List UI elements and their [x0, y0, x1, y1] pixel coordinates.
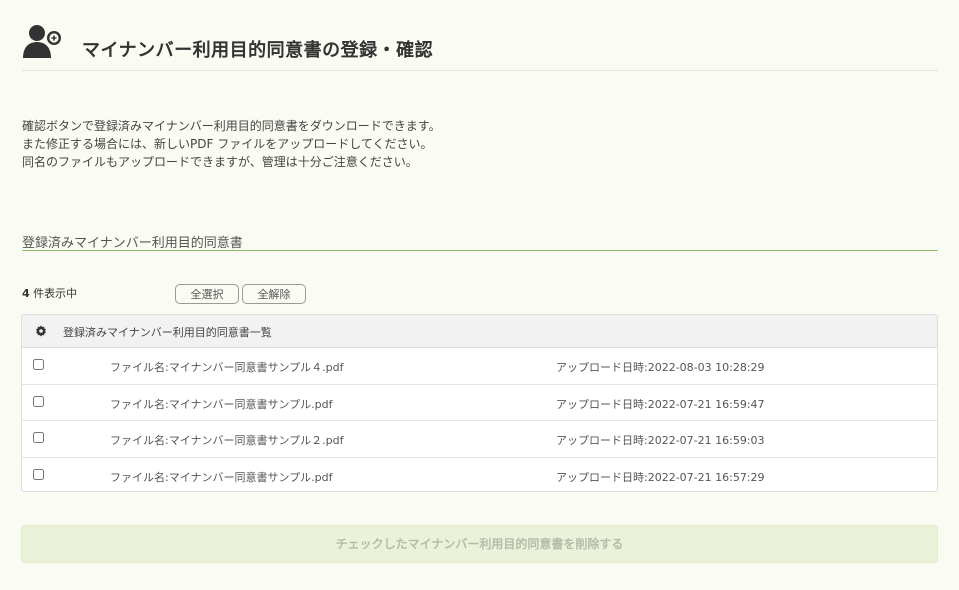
delete-checked-button[interactable]: チェックしたマイナンバー利用目的同意書を削除する [21, 525, 938, 563]
page-title: マイナンバー利用目的同意書の登録・確認 [82, 40, 434, 61]
file-name[interactable]: ファイル名:マイナンバー同意書サンプル２.pdf [110, 432, 344, 448]
deselect-all-button[interactable]: 全解除 [242, 284, 306, 304]
row-checkbox[interactable] [33, 468, 44, 480]
intro-line: 確認ボタンで登録済みマイナンバー利用目的同意書をダウンロードできます。 [22, 119, 441, 133]
section-title: 登録済みマイナンバー利用目的同意書 [22, 232, 938, 251]
consent-list-panel: 登録済みマイナンバー利用目的同意書一覧 ファイル名:マイナンバー同意書サンプル４… [21, 314, 938, 492]
list-header-label: 登録済みマイナンバー利用目的同意書一覧 [63, 326, 272, 339]
upload-date: アップロード日時:2022-08-03 10:28:29 [556, 361, 765, 374]
list-item: ファイル名:マイナンバー同意書サンプル２.pdf アップロード日時:2022-0… [22, 421, 937, 458]
record-count-suffix: 件表示中 [29, 287, 78, 300]
upload-date: アップロード日時:2022-07-21 16:57:29 [556, 470, 765, 484]
list-header: 登録済みマイナンバー利用目的同意書一覧 [22, 315, 937, 348]
select-all-button[interactable]: 全選択 [175, 284, 239, 304]
file-name[interactable]: ファイル名:マイナンバー同意書サンプル４.pdf [110, 359, 344, 375]
intro-line: 同名のファイルもアップロードできますが、管理は十分ご注意ください。 [22, 155, 418, 169]
row-checkbox[interactable] [33, 395, 44, 407]
intro-text: 確認ボタンで登録済みマイナンバー利用目的同意書をダウンロードできます。 また修正… [22, 117, 441, 171]
list-item: ファイル名:マイナンバー同意書サンプル.pdf アップロード日時:2022-07… [22, 458, 937, 492]
record-count: 4 件表示中 [22, 285, 77, 301]
user-add-icon [23, 25, 61, 58]
file-name[interactable]: ファイル名:マイナンバー同意書サンプル.pdf [110, 396, 333, 412]
intro-line: また修正する場合には、新しいPDF ファイルをアップロードしてください。 [22, 137, 433, 151]
file-name[interactable]: ファイル名:マイナンバー同意書サンプル.pdf [110, 469, 333, 485]
page-header: マイナンバー利用目的同意書の登録・確認 [22, 22, 938, 71]
gear-icon [36, 325, 46, 337]
upload-date: アップロード日時:2022-07-21 16:59:47 [556, 397, 765, 411]
row-checkbox[interactable] [33, 359, 44, 370]
upload-date: アップロード日時:2022-07-21 16:59:03 [556, 434, 765, 447]
row-checkbox[interactable] [33, 432, 44, 443]
list-item: ファイル名:マイナンバー同意書サンプル４.pdf アップロード日時:2022-0… [22, 348, 937, 385]
record-count-number: 4 [22, 287, 30, 300]
list-item: ファイル名:マイナンバー同意書サンプル.pdf アップロード日時:2022-07… [22, 385, 937, 421]
